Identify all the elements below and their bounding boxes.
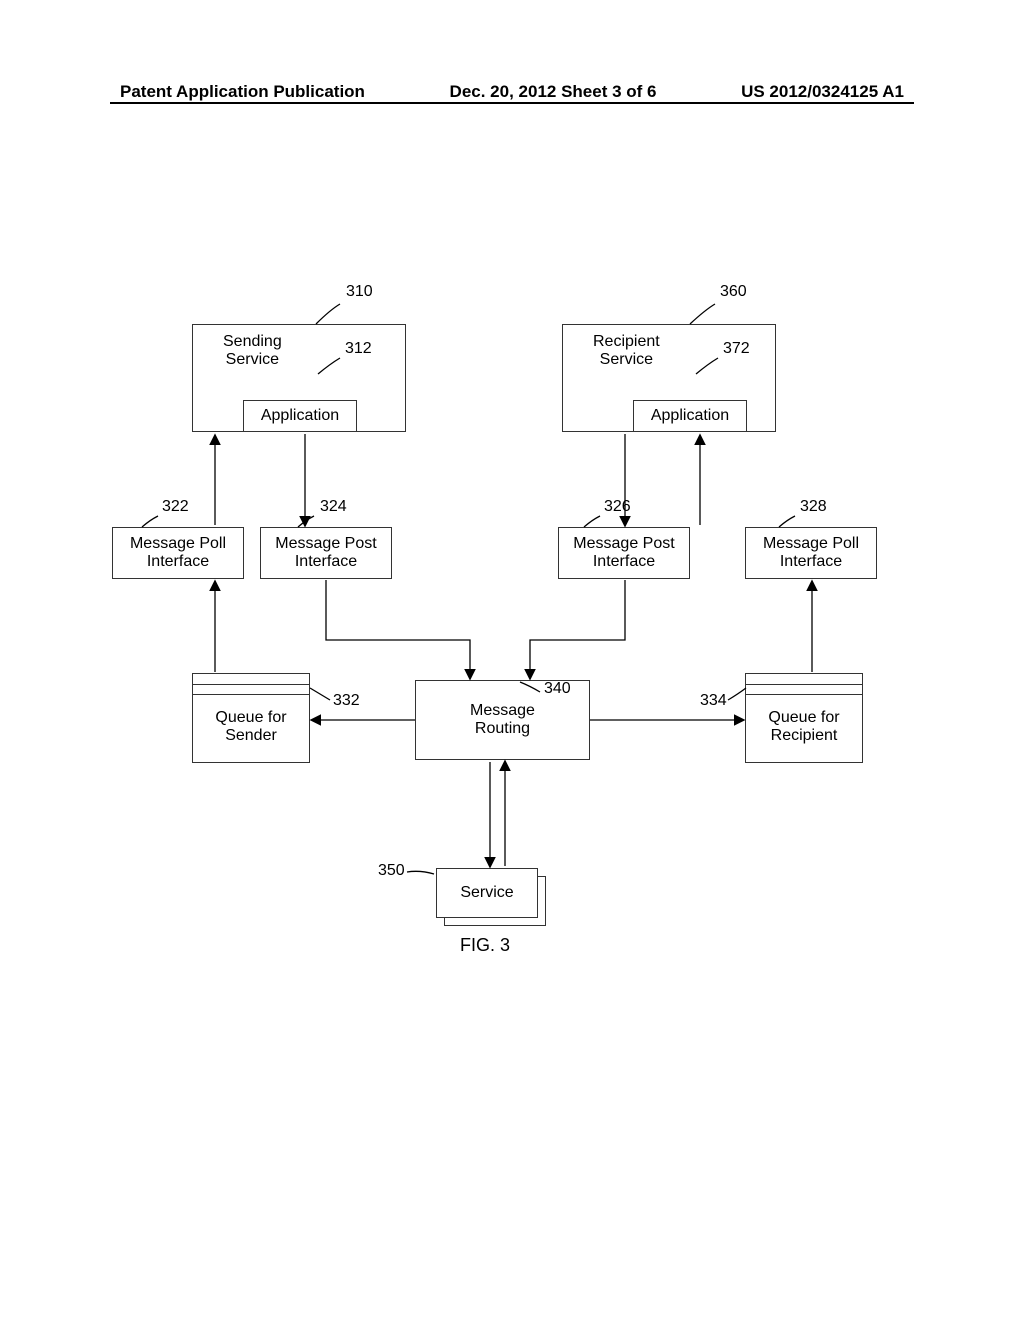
sending-service-box: Sending Service Application bbox=[192, 324, 406, 432]
queue-recipient-box: Queue for Recipient bbox=[745, 673, 863, 763]
header-rule bbox=[110, 102, 914, 104]
ref-328: 328 bbox=[800, 498, 827, 516]
if-324-box: Message Post Interface bbox=[260, 527, 392, 579]
queue-sender-box: Queue for Sender bbox=[192, 673, 310, 763]
header-left: Patent Application Publication bbox=[120, 82, 365, 102]
connector-arrows bbox=[0, 0, 1024, 1320]
figure-label: FIG. 3 bbox=[460, 935, 510, 956]
recipient-title1: Recipient bbox=[593, 333, 660, 351]
if-322-box: Message Poll Interface bbox=[112, 527, 244, 579]
recipient-title2: Service bbox=[593, 351, 660, 369]
sending-title1: Sending bbox=[223, 333, 282, 351]
ref-372: 372 bbox=[723, 340, 750, 358]
ref-332: 332 bbox=[333, 692, 360, 710]
sending-title2: Service bbox=[223, 351, 282, 369]
recipient-application: Application bbox=[633, 400, 747, 432]
ref-340: 340 bbox=[544, 680, 571, 698]
ref-322: 322 bbox=[162, 498, 189, 516]
ref-324: 324 bbox=[320, 498, 347, 516]
ref-326: 326 bbox=[604, 498, 631, 516]
ref-334: 334 bbox=[700, 692, 727, 710]
sending-application: Application bbox=[243, 400, 357, 432]
ref-312: 312 bbox=[345, 340, 372, 358]
if-326-box: Message Post Interface bbox=[558, 527, 690, 579]
header-center: Dec. 20, 2012 Sheet 3 of 6 bbox=[450, 82, 657, 102]
header: Patent Application Publication Dec. 20, … bbox=[0, 82, 1024, 102]
ref-310: 310 bbox=[346, 283, 373, 301]
header-right: US 2012/0324125 A1 bbox=[741, 82, 904, 102]
if-328-box: Message Poll Interface bbox=[745, 527, 877, 579]
ref-360: 360 bbox=[720, 283, 747, 301]
service-box-front: Service bbox=[436, 868, 538, 918]
ref-350: 350 bbox=[378, 862, 405, 880]
